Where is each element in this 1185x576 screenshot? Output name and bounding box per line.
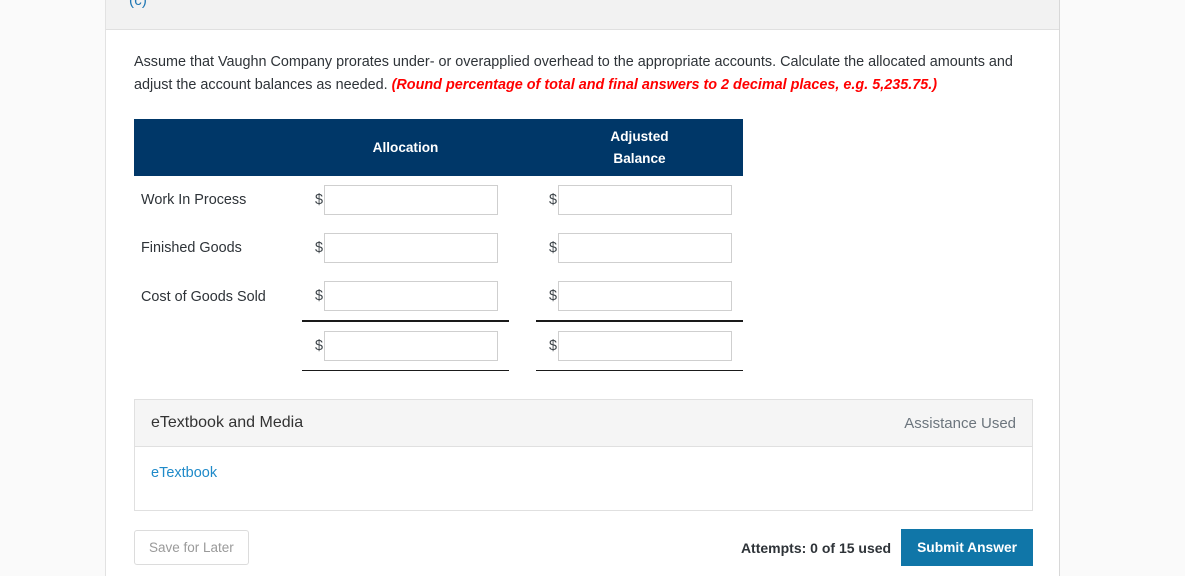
- cell-allocation-total: [324, 321, 509, 371]
- input-allocation-work-in-process[interactable]: [324, 185, 498, 215]
- footer-right-group: Attempts: 0 of 15 used Submit Answer: [741, 529, 1033, 566]
- input-allocation-cost-of-goods-sold[interactable]: [324, 281, 498, 311]
- input-adjusted-balance-finished-goods[interactable]: [558, 233, 732, 263]
- currency-symbol: $: [548, 191, 557, 208]
- row-label-cost-of-goods-sold: Cost of Goods Sold: [141, 288, 266, 305]
- cell-spacer: [509, 272, 536, 321]
- action-footer: Save for Later Attempts: 0 of 15 used Su…: [134, 529, 1033, 566]
- cell-allocation-cogs: [324, 272, 509, 322]
- currency-symbol: $: [314, 239, 323, 256]
- currency-symbol: $: [302, 321, 324, 371]
- input-adjusted-balance-total[interactable]: [558, 331, 732, 361]
- table-row: Finished Goods $ $: [134, 224, 743, 272]
- table-row: Work In Process $ $: [134, 176, 743, 224]
- part-label: (c): [129, 0, 148, 9]
- cell-allocation-wip: [324, 176, 509, 224]
- etextbook-link[interactable]: eTextbook: [151, 465, 217, 481]
- page-root: (c) Assume that Vaughn Company prorates …: [0, 0, 1185, 576]
- header-adjusted-balance: Adjusted Balance: [536, 119, 743, 176]
- header-blank: [134, 119, 302, 176]
- header-allocation: Allocation: [302, 119, 509, 176]
- attempts-counter: Attempts: 0 of 15 used: [740, 539, 892, 556]
- etextbook-panel-body: eTextbook: [135, 447, 1032, 510]
- currency-symbol: $: [536, 321, 558, 371]
- row-label-work-in-process: Work In Process: [141, 192, 247, 208]
- cell-allocation-fg: [324, 224, 509, 272]
- header-spacer: [509, 119, 536, 176]
- etextbook-panel-title: eTextbook and Media: [151, 414, 304, 431]
- submit-answer-button[interactable]: Submit Answer: [901, 529, 1033, 566]
- cell-adjusted-total: [558, 321, 743, 371]
- allocation-table-wrapper: Allocation Adjusted Balance Work In Proc…: [134, 119, 1031, 371]
- input-allocation-finished-goods[interactable]: [324, 233, 498, 263]
- currency-symbol: $: [314, 191, 323, 208]
- question-prompt: Assume that Vaughn Company prorates unde…: [134, 51, 1031, 97]
- assistance-used-label: Assistance Used: [904, 414, 1016, 432]
- currency-symbol: $: [536, 272, 558, 322]
- cell-spacer: [509, 224, 536, 272]
- header-adjusted-line1: Adjusted: [610, 128, 669, 144]
- table-row: Cost of Goods Sold $ $: [134, 272, 743, 322]
- cell-adjusted-fg: [558, 224, 743, 272]
- currency-symbol: $: [548, 239, 557, 256]
- cell-adjusted-cogs: [558, 272, 743, 322]
- table-header-row: Allocation Adjusted Balance: [134, 119, 743, 176]
- allocation-table: Allocation Adjusted Balance Work In Proc…: [134, 119, 743, 371]
- cell-spacer: [509, 321, 536, 371]
- header-adjusted-line2: Balance: [613, 150, 666, 166]
- table-row-total: $ $: [134, 321, 743, 371]
- cell-spacer: [509, 176, 536, 224]
- prompt-rounding-note: (Round percentage of total and final ans…: [391, 77, 938, 93]
- save-for-later-button[interactable]: Save for Later: [134, 530, 249, 565]
- card-body: Assume that Vaughn Company prorates unde…: [106, 51, 1059, 566]
- input-adjusted-balance-work-in-process[interactable]: [558, 185, 732, 215]
- etextbook-and-media-panel: eTextbook and Media Assistance Used eTex…: [134, 399, 1033, 511]
- etextbook-panel-header: eTextbook and Media Assistance Used: [135, 400, 1032, 447]
- input-adjusted-balance-cost-of-goods-sold[interactable]: [558, 281, 732, 311]
- row-label-total: [134, 321, 302, 371]
- row-label-finished-goods: Finished Goods: [141, 240, 242, 256]
- currency-symbol: $: [302, 272, 324, 322]
- card-header-bar: (c): [106, 0, 1059, 30]
- cell-adjusted-wip: [558, 176, 743, 224]
- input-allocation-total[interactable]: [324, 331, 498, 361]
- question-card: (c) Assume that Vaughn Company prorates …: [105, 0, 1060, 576]
